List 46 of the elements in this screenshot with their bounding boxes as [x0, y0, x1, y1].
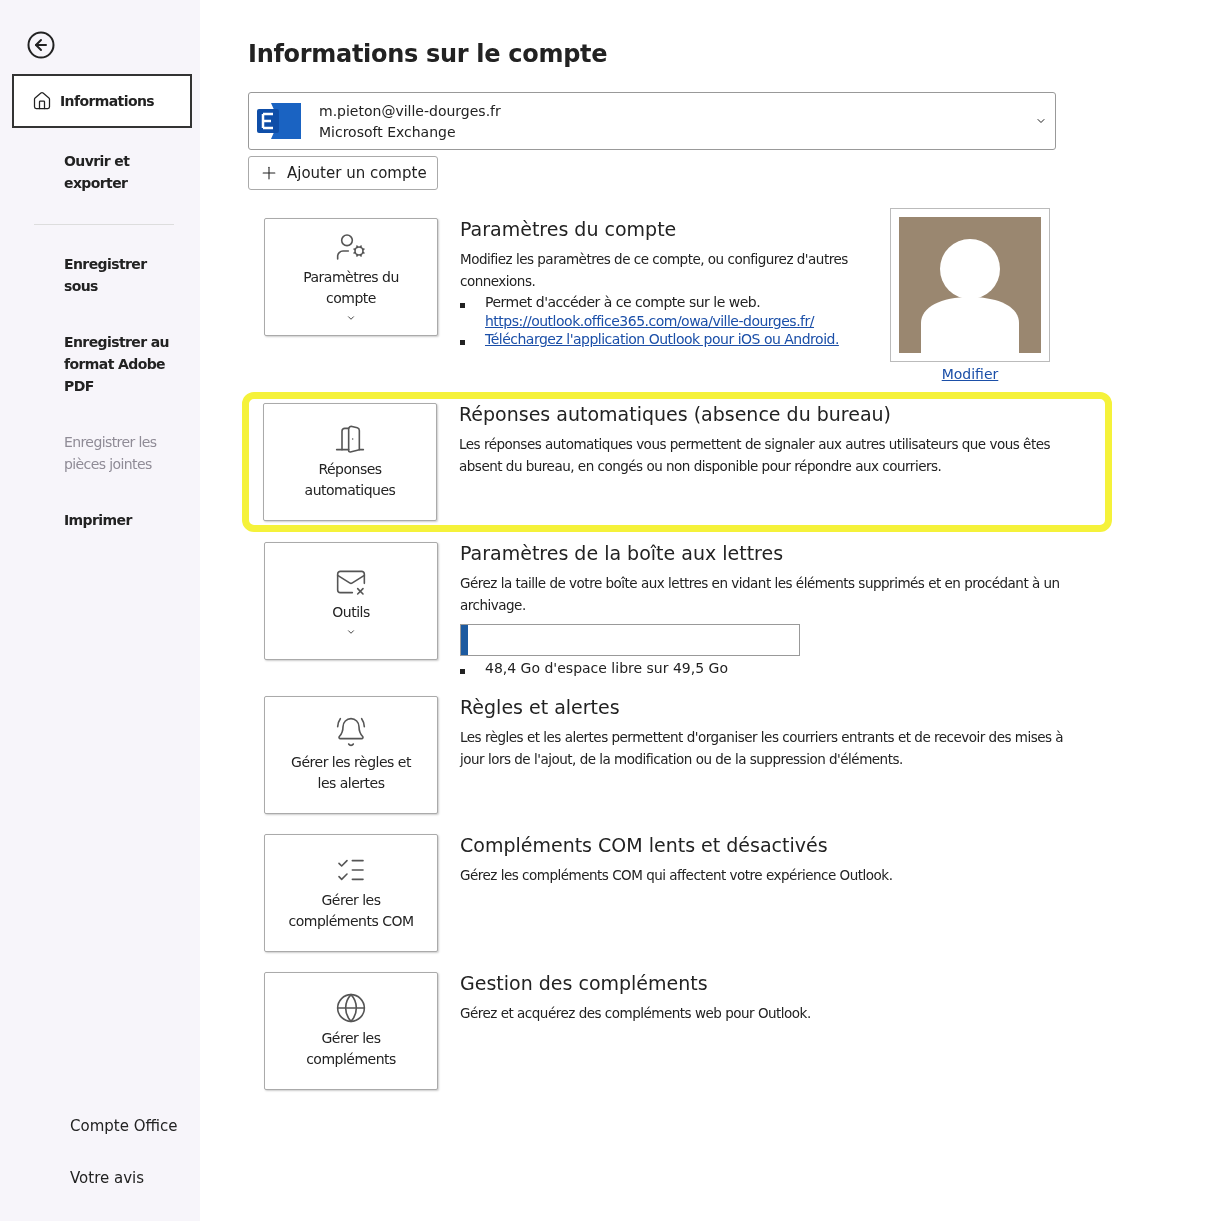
caret-icon — [346, 313, 356, 323]
sidebar-item[interactable]: Enregistrer sous — [12, 241, 192, 309]
tile-button[interactable]: Paramètres du compte — [264, 218, 438, 336]
bullet-text: Permet d'accéder à ce compte sur le web. — [485, 294, 762, 310]
section-description: Les réponses automatiques vous permettent de signaler aux autres utilisateurs que vous êtes absent du bureau, en congés ou non disponible pour répondre aux courriers. — [459, 435, 1052, 476]
bullet-icon — [460, 340, 465, 345]
door-icon — [334, 423, 366, 455]
tile-button[interactable]: Outils — [264, 542, 438, 660]
bullet-icon — [460, 303, 465, 308]
section-heading: Règles et alertes — [460, 696, 621, 718]
link[interactable]: https://outlook.office365.com/owa/ville-dourges.fr/ — [485, 313, 814, 329]
section-heading: Gestion des compléments — [460, 972, 709, 994]
link[interactable]: Téléchargez l'application Outlook pour iOS ou Android. — [485, 331, 839, 347]
account-email: m.pieton@ville-dourges.fr — [319, 102, 502, 119]
add-account-button[interactable]: Ajouter un compte — [248, 156, 438, 190]
section-heading: Compléments COM lents et désactivés — [460, 834, 829, 856]
section-heading: Paramètres de la boîte aux lettres — [460, 542, 785, 564]
section-heading: Paramètres du compte — [460, 218, 678, 240]
sidebar-item[interactable]: Informations — [12, 74, 192, 128]
back-icon[interactable] — [26, 30, 56, 60]
sidebar-item[interactable]: Enregistrer au format Adobe PDF — [12, 319, 192, 409]
section-description: Gérez et acquérez des compléments web pour Outlook. — [460, 1004, 812, 1023]
tile-button[interactable]: Réponses automatiques — [263, 403, 437, 521]
bullet-icon — [460, 669, 465, 674]
user-gear-icon — [335, 231, 367, 263]
tile-button[interactable]: Gérer les règles et les alertes — [264, 696, 438, 814]
bell-icon — [335, 716, 367, 748]
sidebar-item[interactable]: Compte Office — [12, 1117, 200, 1135]
account-dropdown[interactable]: m.pieton@ville-dourges.fr Microsoft Exchange — [248, 92, 1056, 150]
tile-button[interactable]: Gérer les compléments COM — [264, 834, 438, 952]
tile-button[interactable]: Gérer les compléments — [264, 972, 438, 1090]
home-icon — [32, 91, 52, 111]
page-title: Informations sur le compte — [248, 40, 609, 68]
sidebar-item[interactable]: Ouvrir et exporter — [12, 138, 192, 206]
exchange-logo-icon — [257, 101, 303, 141]
section-description: Gérez les compléments COM qui affectent votre expérience Outlook. — [460, 866, 894, 885]
globe-icon — [335, 992, 367, 1024]
section-description: Gérez la taille de votre boîte aux lettres en vidant les éléments supprimés et en procédant à un archivage. — [460, 574, 1061, 615]
usage-text: 48,4 Go d'espace libre sur 49,5 Go — [485, 660, 728, 676]
section-description: Modifiez les paramètres de ce compte, ou configurez d'autres connexions. — [460, 250, 849, 291]
sidebar-item[interactable]: Imprimer — [12, 497, 192, 543]
section-heading: Réponses automatiques (absence du bureau) — [459, 403, 892, 425]
link[interactable]: Modifier — [941, 366, 999, 382]
sidebar-item[interactable]: Votre avis — [12, 1169, 200, 1187]
account-type: Microsoft Exchange — [319, 123, 457, 140]
section-description: Les règles et les alertes permettent d'organiser les courriers entrants et de recevoir des mises à jour lors de l'ajout, de la modification ou de la suppression d'éléments. — [460, 728, 1065, 769]
